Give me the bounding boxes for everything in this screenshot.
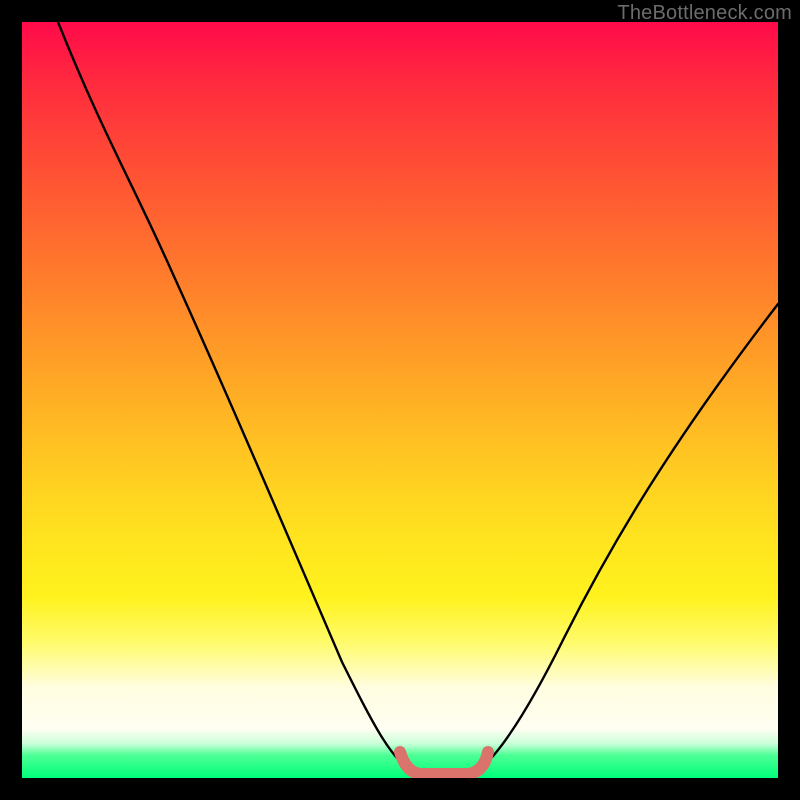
chart-plot-area [22, 22, 778, 778]
flat-bottom-marker [400, 752, 488, 774]
watermark-text: TheBottleneck.com [617, 2, 792, 25]
chart-stage: TheBottleneck.com [0, 0, 800, 800]
chart-overlay [22, 22, 778, 778]
bottleneck-curve [58, 22, 778, 772]
